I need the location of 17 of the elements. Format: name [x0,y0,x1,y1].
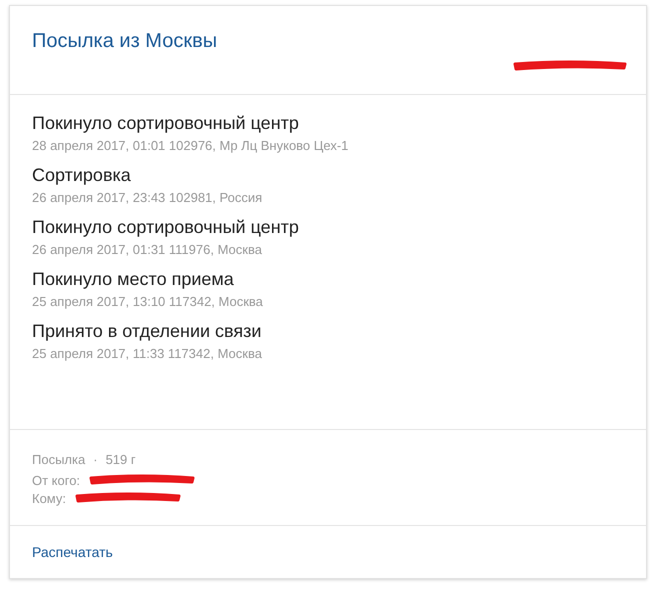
event-status: Принято в отделении связи [32,321,262,342]
parcel-type: Посылка [32,452,86,467]
event-status: Покинуло место приема [32,269,234,290]
event-details: 25 апреля 2017, 11:33 117342, Москва [32,346,262,362]
separator-dot: · [93,452,98,467]
parcel-weight: 519 г [106,452,136,467]
parcel-title: Посылка из Москвы [32,30,218,53]
print-link[interactable]: Распечатать [32,544,113,560]
event-status: Покинуло сортировочный центр [32,113,299,134]
event-details: 28 апреля 2017, 01:01 102976, Мр Лц Внуково Цех-1 [32,138,348,154]
recipient-label: Кому: [32,490,66,506]
event-details: 25 апреля 2017, 13:10 117342, Москва [32,294,263,310]
event-details: 26 апреля 2017, 23:43 102981, Россия [32,190,262,206]
event-status: Сортировка [32,165,131,186]
sender-label: От кого: [32,472,80,488]
event-status: Покинуло сортировочный центр [32,217,299,238]
event-details: 26 апреля 2017, 01:31 111976, Москва [32,242,262,258]
